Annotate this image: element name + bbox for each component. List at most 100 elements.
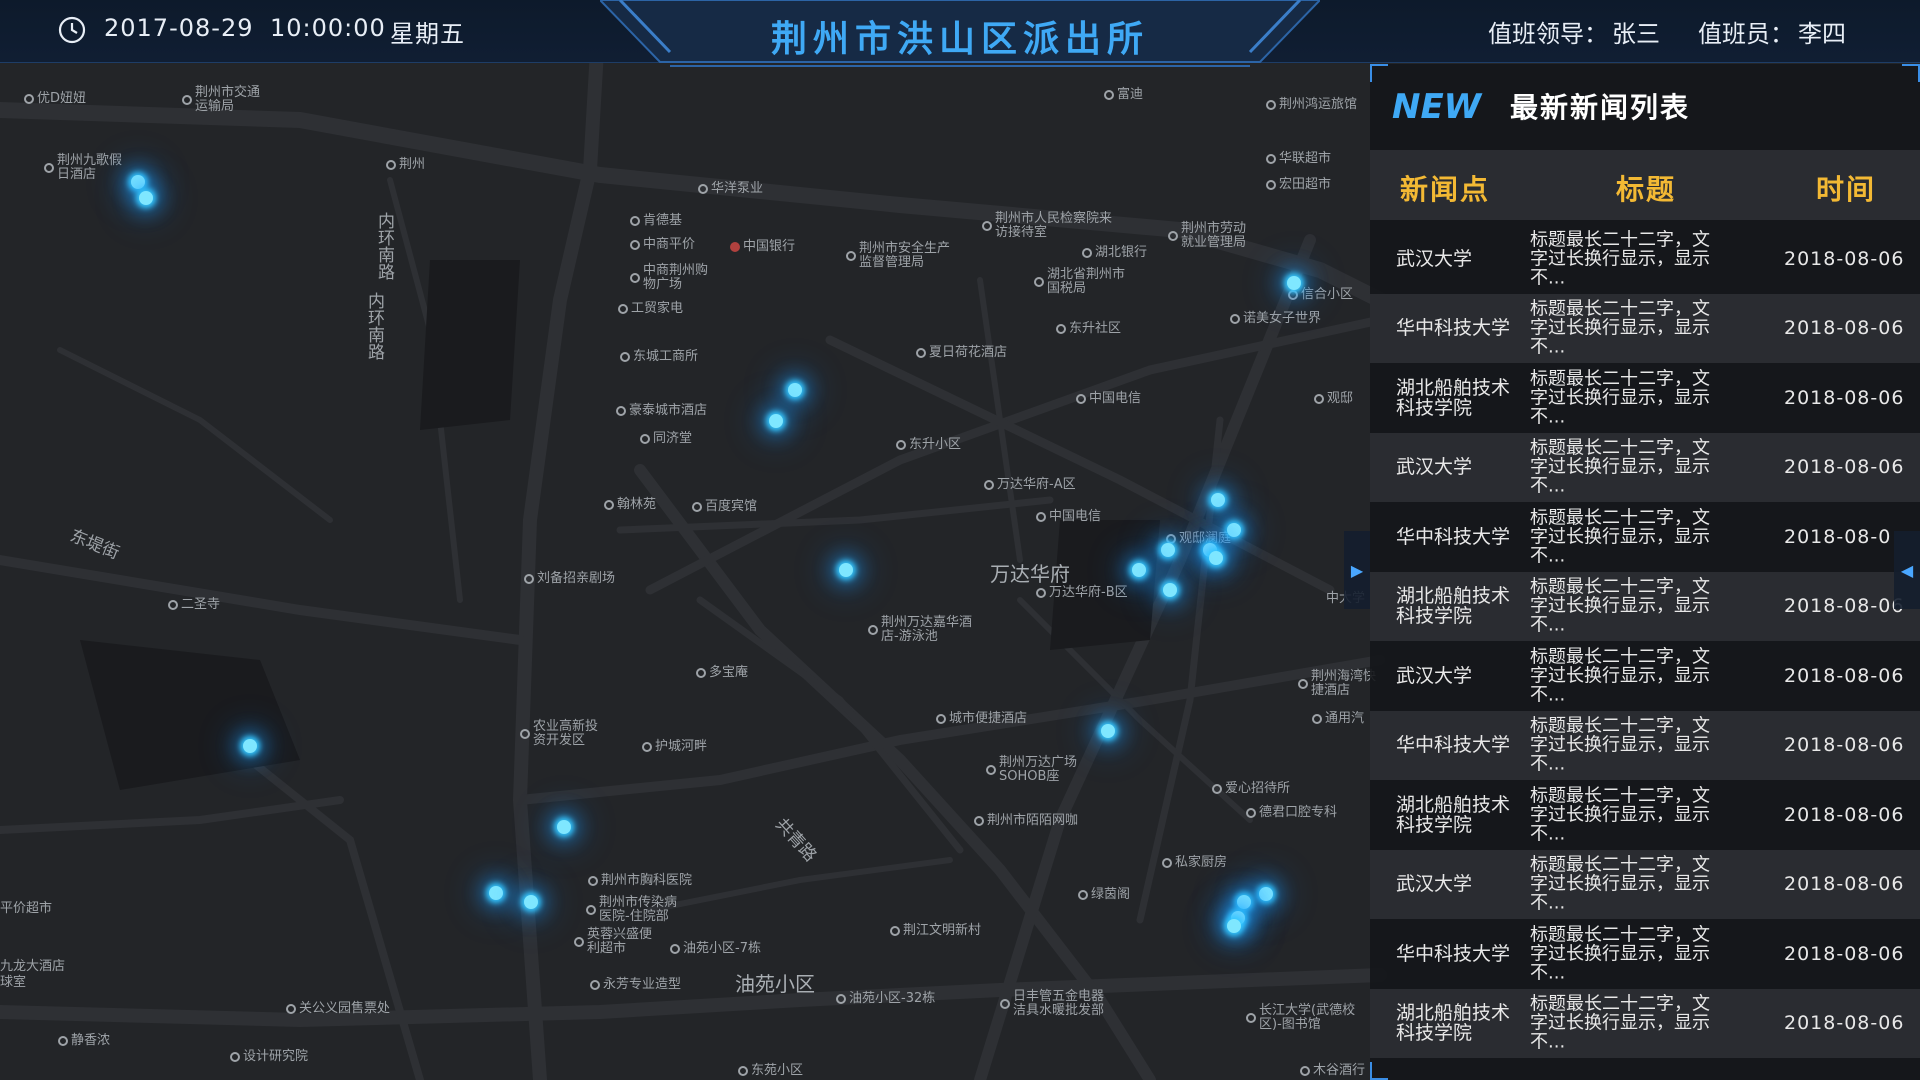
news-row[interactable]: 武汉大学 标题最长二十二字，文字过长换行显示，显示不... 2018-08-06 — [1370, 432, 1920, 502]
map-poi[interactable]: 城市便捷酒店 — [936, 712, 1027, 726]
map-poi[interactable]: 百度宾馆 — [692, 500, 757, 514]
map-poi[interactable]: 信合小区 — [1288, 288, 1353, 302]
map-poi[interactable]: 农业高新投资开发区 — [520, 720, 604, 747]
news-title-cell[interactable]: 标题最长二十二字，文字过长换行显示，显示不... — [1530, 369, 1720, 426]
news-row[interactable]: 武汉大学 标题最长二十二字，文字过长换行显示，显示不... 2018-08-06 — [1370, 849, 1920, 919]
map-poi[interactable]: 爱心招待所 — [1212, 782, 1290, 796]
map-poi[interactable]: 荆州市胸科医院 — [588, 874, 692, 888]
map-poi[interactable]: 荆州海湾快捷酒店 — [1298, 670, 1378, 697]
alert-hotspot[interactable] — [839, 563, 853, 577]
map-poi[interactable]: 油苑小区-32栋 — [836, 992, 935, 1006]
news-row[interactable]: 湖北船舶技术科技学院 标题最长二十二字，文字过长换行显示，显示不... 2018-0… — [1370, 571, 1920, 641]
alert-hotspot[interactable] — [1211, 493, 1225, 507]
map-poi[interactable]: 翰林苑 — [604, 498, 656, 512]
map-poi[interactable]: 荆州市安全生产监督管理局 — [846, 242, 956, 269]
map-poi[interactable]: 肯德基 — [630, 214, 682, 228]
map-poi[interactable]: 荆州万达嘉华酒店-游泳池 — [868, 616, 978, 643]
map-poi[interactable]: 九龙大酒店 — [0, 960, 65, 974]
map-poi[interactable]: 华联超市 — [1266, 152, 1331, 166]
alert-hotspot[interactable] — [1227, 523, 1241, 537]
map-poi[interactable]: 湖北银行 — [1082, 246, 1147, 260]
news-row[interactable]: 华中科技大学 标题最长二十二字，文字过长换行显示，显示不... 2018-08-06 — [1370, 919, 1920, 989]
map-poi[interactable]: 诺美女子世界 — [1230, 312, 1321, 326]
alert-hotspot[interactable] — [1237, 895, 1251, 909]
alert-hotspot[interactable] — [1259, 887, 1273, 901]
map-poi[interactable]: 观邸澜庭 — [1166, 532, 1231, 546]
news-row[interactable]: 华中科技大学 标题最长二十二字，文字过长换行显示，显示不... 2018-08-0 — [1370, 502, 1920, 572]
news-row[interactable]: 武汉大学 标题最长二十二字，文字过长换行显示，显示不... 2018-08-06 — [1370, 224, 1920, 294]
news-row[interactable]: 华中科技大学 标题最长二十二字，文字过长换行显示，显示不... 2018-08-06 — [1370, 293, 1920, 363]
alert-hotspot[interactable] — [524, 895, 538, 909]
map-poi[interactable]: 东苑小区 — [738, 1064, 803, 1078]
map-poi[interactable]: 关公义园售票处 — [286, 1002, 390, 1016]
alert-hotspot[interactable] — [1287, 276, 1301, 290]
map-poi[interactable]: 荆江文明新村 — [890, 924, 981, 938]
map-poi[interactable]: 油苑小区-7栋 — [670, 942, 761, 956]
map-poi[interactable]: 中国银行 — [730, 240, 795, 254]
map-poi[interactable]: 宏田超市 — [1266, 178, 1331, 192]
news-title-cell[interactable]: 标题最长二十二字，文字过长换行显示，显示不... — [1530, 647, 1720, 704]
alert-hotspot[interactable] — [1161, 543, 1175, 557]
map-poi[interactable]: 荆州市交通运输局 — [182, 86, 272, 113]
alert-hotspot[interactable] — [769, 414, 783, 428]
map-poi[interactable]: 优D妞妞 — [24, 92, 86, 106]
alert-hotspot[interactable] — [139, 191, 153, 205]
map-poi[interactable]: 荆州市劳动就业管理局 — [1168, 222, 1258, 249]
map-poi[interactable]: 中商平价 — [630, 238, 695, 252]
map-poi[interactable]: 万达华府-A区 — [984, 478, 1076, 492]
map-poi[interactable]: 木谷酒行 — [1300, 1064, 1365, 1078]
map-poi[interactable]: 日丰管五金电器洁具水暖批发部 — [1000, 990, 1112, 1017]
map-poi[interactable]: 永芳专业造型 — [590, 978, 681, 992]
news-title-cell[interactable]: 标题最长二十二字，文字过长换行显示，显示不... — [1530, 578, 1720, 635]
news-title-cell[interactable]: 标题最长二十二字，文字过长换行显示，显示不... — [1530, 508, 1720, 565]
news-row[interactable]: 湖北船舶技术科技学院 标题最长二十二字，文字过长换行显示，显示不... 2018-0… — [1370, 988, 1920, 1058]
map-poi[interactable]: 绿茵阁 — [1078, 888, 1130, 902]
news-title-cell[interactable]: 标题最长二十二字，文字过长换行显示，显示不... — [1530, 786, 1720, 843]
map-poi[interactable]: 静香浓 — [58, 1034, 110, 1048]
map-poi[interactable]: 护城河畔 — [642, 740, 707, 754]
map-poi[interactable]: 球室 — [0, 976, 26, 990]
alert-hotspot[interactable] — [1163, 583, 1177, 597]
alert-hotspot[interactable] — [788, 383, 802, 397]
map-poi[interactable]: 长江大学(武德校区)-图书馆 — [1246, 1004, 1362, 1031]
map-poi[interactable]: 中国电信 — [1076, 392, 1141, 406]
map-poi[interactable]: 私家厨房 — [1162, 856, 1227, 870]
map-poi[interactable]: 工贸家电 — [618, 302, 683, 316]
news-row[interactable]: 武汉大学 标题最长二十二字，文字过长换行显示，显示不... 2018-08-06 — [1370, 641, 1920, 711]
map-poi[interactable]: 观邸 — [1314, 392, 1353, 406]
map-poi[interactable]: 英蓉兴盛便利超市 — [574, 928, 652, 955]
news-title-cell[interactable]: 标题最长二十二字，文字过长换行显示，显示不... — [1530, 995, 1720, 1052]
map-poi[interactable]: 荆州市传染病医院-住院部 — [586, 896, 682, 923]
news-title-cell[interactable]: 标题最长二十二字，文字过长换行显示，显示不... — [1530, 230, 1720, 287]
news-row[interactable]: 湖北船舶技术科技学院 标题最长二十二字，文字过长换行显示，显示不... 2018-0… — [1370, 363, 1920, 433]
map-poi[interactable]: 通用汽 — [1312, 712, 1364, 726]
map-poi[interactable]: 多宝庵 — [696, 666, 748, 680]
news-title-cell[interactable]: 标题最长二十二字，文字过长换行显示，显示不... — [1530, 856, 1720, 913]
alert-hotspot[interactable] — [557, 820, 571, 834]
news-row[interactable]: 湖北船舶技术科技学院 标题最长二十二字，文字过长换行显示，显示不... 2018-0… — [1370, 780, 1920, 850]
news-row[interactable]: 华中科技大学 标题最长二十二字，文字过长换行显示，显示不... 2018-08-06 — [1370, 710, 1920, 780]
map-poi[interactable]: 湖北省荆州市国税局 — [1034, 268, 1134, 295]
alert-hotspot[interactable] — [489, 886, 503, 900]
map-poi[interactable]: 荆州市陌陌网咖 — [974, 814, 1078, 828]
map-poi[interactable]: 东升小区 — [896, 438, 961, 452]
map-poi[interactable]: 豪泰城市酒店 — [616, 404, 707, 418]
map-poi[interactable]: 荆州 — [386, 158, 425, 172]
map-poi[interactable]: 万达华府-B区 — [1036, 586, 1128, 600]
map-poi[interactable]: 东城工商所 — [620, 350, 698, 364]
expand-panel-button[interactable]: ◀ — [1894, 531, 1920, 609]
map-poi[interactable]: 荆州鸿运旅馆 — [1266, 98, 1357, 112]
news-title-cell[interactable]: 标题最长二十二字，文字过长换行显示，显示不... — [1530, 300, 1720, 357]
map-poi[interactable]: 富迪 — [1104, 88, 1143, 102]
map-poi[interactable]: 德君口腔专科 — [1246, 806, 1337, 820]
news-title-cell[interactable]: 标题最长二十二字，文字过长换行显示，显示不... — [1530, 925, 1720, 982]
collapse-panel-button[interactable]: ▶ — [1344, 531, 1370, 609]
map-poi[interactable]: 平价超市 — [0, 902, 52, 916]
map-poi[interactable]: 荆州万达广场SOHOB座 — [986, 756, 1086, 783]
map-poi[interactable]: 荆州九歌假日酒店 — [44, 154, 132, 181]
map-poi[interactable]: 荆州市人民检察院来访接待室 — [982, 212, 1112, 239]
alert-hotspot[interactable] — [243, 739, 257, 753]
alert-hotspot[interactable] — [1132, 563, 1146, 577]
news-title-cell[interactable]: 标题最长二十二字，文字过长换行显示，显示不... — [1530, 717, 1720, 774]
alert-hotspot[interactable] — [1101, 724, 1115, 738]
